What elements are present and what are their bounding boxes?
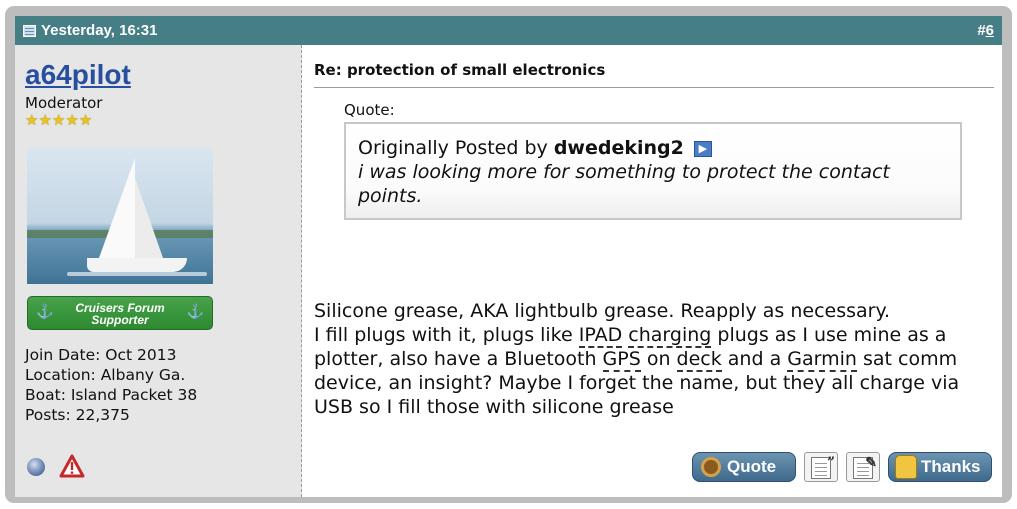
avatar-hull	[87, 258, 187, 272]
ship-wheel-icon	[701, 457, 721, 477]
quote-author: dwedeking2	[553, 137, 684, 159]
quote-button[interactable]: Quote	[692, 452, 796, 482]
star-icon: ★	[25, 111, 39, 129]
supporter-badge-line2: Supporter	[91, 313, 149, 327]
quote-box: Originally Posted by dwedeking2 ▶ i was …	[344, 122, 962, 220]
post-number: #6	[977, 22, 994, 39]
message-text: on	[640, 348, 677, 370]
supporter-badge[interactable]: ⚓ Cruisers Forum Supporter ⚓	[27, 296, 213, 330]
quote-label: Quote:	[344, 101, 395, 119]
edit-post-button[interactable]: ✎	[846, 452, 880, 482]
post-number-prefix: #	[977, 22, 986, 39]
multi-quote-button[interactable]: ”	[804, 452, 838, 482]
star-icon: ★	[65, 111, 79, 129]
keyword-link[interactable]: deck	[676, 348, 722, 372]
keyword-link[interactable]: Garmin	[787, 348, 857, 372]
quote-marks-icon: ”	[826, 455, 835, 471]
keyword-link[interactable]: IPAD	[578, 324, 623, 348]
message-text: and a	[721, 348, 788, 370]
avatar-wake	[67, 272, 207, 276]
post-date: Yesterday, 16:31	[23, 22, 157, 39]
location: Location: Albany Ga.	[25, 366, 186, 384]
star-icon: ★	[38, 111, 52, 129]
online-status-icon[interactable]	[27, 458, 45, 476]
anchor-icon: ⚓	[36, 303, 54, 319]
keyword-link[interactable]: charging	[628, 324, 712, 348]
quote-attribution: Originally Posted by dwedeking2 ▶	[358, 136, 948, 160]
join-date: Join Date: Oct 2013	[25, 346, 177, 364]
post-body: Re: protection of small electronics Quot…	[302, 45, 1002, 497]
thumbs-up-icon	[895, 455, 917, 479]
user-info: Join Date: Oct 2013 Location: Albany Ga.…	[25, 345, 197, 425]
post-actions: Quote ” ✎ Thanks	[692, 452, 992, 482]
quote-prefix: Originally Posted by	[358, 137, 548, 159]
quote-button-label: Quote	[727, 457, 777, 476]
avatar-jib	[135, 178, 163, 258]
post-icon	[23, 24, 36, 37]
user-panel: a64pilot Moderator ★ ★ ★ ★ ★ ⚓ Cruisers …	[15, 45, 302, 497]
thanks-button[interactable]: Thanks	[888, 452, 992, 482]
message-line: Silicone grease, AKA lightbulb grease. R…	[314, 300, 891, 322]
post-title: Re: protection of small electronics	[314, 61, 994, 88]
view-post-icon[interactable]: ▶	[693, 140, 712, 157]
quote-text: i was looking more for something to prot…	[358, 161, 890, 207]
avatar-mainsail	[99, 158, 135, 258]
boat: Boat: Island Packet 38	[25, 386, 198, 404]
post-number-link[interactable]: 6	[986, 22, 994, 39]
thanks-button-label: Thanks	[921, 457, 981, 476]
user-rank-stars: ★ ★ ★ ★ ★	[25, 113, 92, 128]
star-icon: ★	[78, 111, 93, 129]
post-date-text: Yesterday, 16:31	[41, 22, 158, 39]
post-message: Silicone grease, AKA lightbulb grease. R…	[314, 299, 994, 419]
username-link[interactable]: a64pilot	[25, 59, 131, 91]
pencil-icon: ✎	[865, 455, 877, 471]
user-title: Moderator	[25, 94, 103, 112]
message-text: I fill plugs with it, plugs like	[314, 324, 579, 346]
star-icon: ★	[51, 111, 66, 129]
post-count: Posts: 22,375	[25, 406, 130, 424]
post-header: Yesterday, 16:31 #6	[15, 16, 1002, 45]
keyword-link[interactable]: GPS	[602, 348, 641, 372]
report-post-icon[interactable]	[59, 454, 85, 478]
anchor-icon: ⚓	[186, 303, 204, 319]
user-avatar[interactable]	[27, 148, 213, 284]
